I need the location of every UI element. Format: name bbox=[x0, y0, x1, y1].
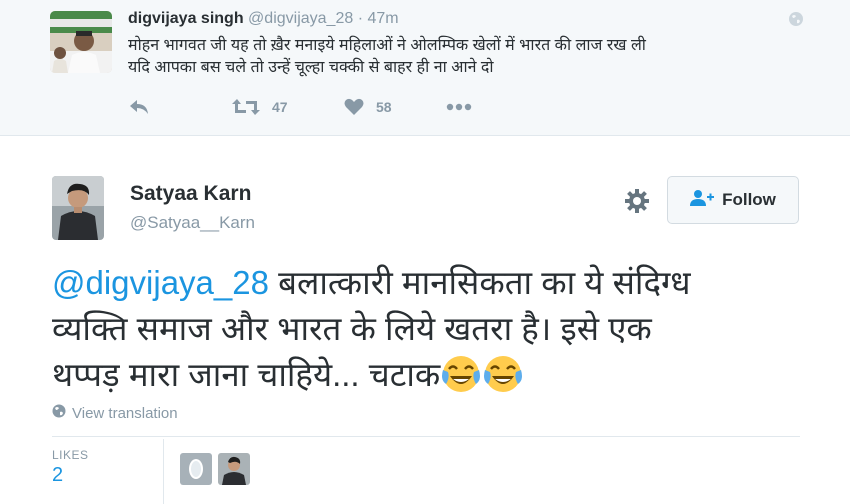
retweet-icon bbox=[232, 98, 260, 116]
tweet-text-line: थप्पड़ मारा जाना चाहिये... चटाक bbox=[52, 352, 812, 398]
follow-label: Follow bbox=[722, 190, 776, 209]
parent-text-line: यदि आपका बस चले तो उन्हें चूल्हा चक्की स… bbox=[128, 59, 494, 76]
face-with-tears-of-joy-icon bbox=[482, 352, 524, 394]
follow-user-icon bbox=[690, 189, 722, 212]
parent-author-handle[interactable]: @digvijaya_28 bbox=[248, 10, 353, 27]
tweet-text: @digvijaya_28 बलात्कारी मानसिकता का ये स… bbox=[52, 260, 812, 398]
liker-avatar[interactable] bbox=[218, 453, 250, 485]
globe-icon bbox=[52, 404, 72, 422]
parent-timestamp[interactable]: 47m bbox=[367, 10, 398, 27]
heart-icon bbox=[344, 98, 364, 116]
stats-divider bbox=[52, 436, 800, 437]
parent-header: digvijaya singh @digvijaya_28 · 47m bbox=[128, 10, 399, 28]
tweet-text-segment: थप्पड़ मारा जाना चाहिये... चटाक bbox=[52, 356, 441, 393]
parent-tweet-text: मोहन भागवत जी यह तो ख़ैर मनाइये महिलाओं … bbox=[128, 35, 808, 79]
author-handle[interactable]: @Satyaa__Karn bbox=[130, 213, 255, 233]
likes-count[interactable]: 2 bbox=[52, 464, 63, 487]
parent-separator: · bbox=[357, 10, 364, 27]
view-translation-label: View translation bbox=[72, 404, 178, 422]
like-count: 58 bbox=[376, 99, 392, 115]
face-with-tears-of-joy-icon bbox=[440, 352, 482, 394]
gear-icon[interactable] bbox=[624, 188, 650, 214]
parent-author-name[interactable]: digvijaya singh bbox=[128, 10, 244, 27]
like-button[interactable]: 58 bbox=[344, 96, 392, 118]
globe-icon bbox=[788, 11, 804, 27]
more-icon bbox=[446, 103, 472, 111]
tweet-text-line: व्यक्ति समाज और भारत के लिये खतरा है। इस… bbox=[52, 310, 652, 347]
reply-icon bbox=[128, 98, 150, 116]
view-translation-link[interactable]: View translation bbox=[52, 404, 178, 422]
likes-label: LIKES bbox=[52, 448, 89, 462]
follow-button[interactable]: Follow bbox=[667, 176, 799, 224]
parent-avatar[interactable] bbox=[50, 11, 112, 73]
liker-avatar[interactable] bbox=[180, 453, 212, 485]
stats-vertical-divider bbox=[163, 439, 164, 504]
reply-button[interactable] bbox=[128, 96, 150, 118]
parent-tweet[interactable]: digvijaya singh @digvijaya_28 · 47m मोहन… bbox=[0, 0, 850, 136]
author-avatar[interactable] bbox=[52, 176, 104, 240]
author-name[interactable]: Satyaa Karn bbox=[130, 182, 251, 206]
retweet-button[interactable]: 47 bbox=[232, 96, 288, 118]
main-tweet: Satyaa Karn @Satyaa__Karn Follow @digvij… bbox=[0, 136, 850, 504]
retweet-count: 47 bbox=[272, 99, 288, 115]
tweet-text-line: @digvijaya_28 बलात्कारी मानसिकता का ये स… bbox=[52, 260, 812, 306]
tweet-text-segment: बलात्कारी मानसिकता का ये संदिग्ध bbox=[268, 264, 691, 301]
more-button[interactable] bbox=[446, 96, 472, 118]
mention-link[interactable]: @digvijaya_28 bbox=[52, 264, 269, 301]
parent-text-line: मोहन भागवत जी यह तो ख़ैर मनाइये महिलाओं … bbox=[128, 37, 646, 54]
